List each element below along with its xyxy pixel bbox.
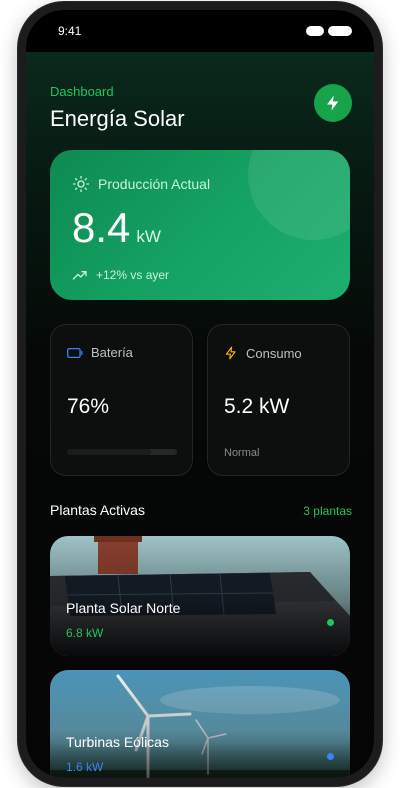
battery-card[interactable]: Batería 76% — [50, 324, 193, 476]
plants-section-title: Plantas Activas — [50, 502, 145, 518]
battery-status-icon — [328, 26, 352, 36]
production-label: Producción Actual — [98, 176, 211, 192]
consumption-card[interactable]: Consumo 5.2 kW Normal — [207, 324, 350, 476]
plant-status-dot — [327, 619, 334, 626]
status-time: 9:41 — [58, 24, 82, 38]
production-card[interactable]: Producción Actual 8.4 kW +12% vs ayer — [50, 150, 350, 300]
plant-status-dot — [327, 753, 334, 760]
signal-icon — [306, 26, 324, 36]
battery-icon — [67, 347, 83, 358]
app-screen: 9:41 Dashboard Energía Solar Producción … — [26, 10, 374, 778]
production-trend: +12% vs ayer — [96, 268, 170, 282]
production-unit: kW — [136, 227, 161, 246]
plant-name: Turbinas Eólicas — [66, 734, 169, 750]
status-icons — [306, 26, 352, 36]
plant-card-turbinas[interactable]: Turbinas Eólicas 1.6 kW — [50, 670, 350, 778]
battery-value: 76% — [67, 395, 110, 418]
bolt-icon — [225, 346, 236, 360]
battery-label: Batería — [91, 345, 133, 360]
battery-progress-fill — [67, 449, 151, 455]
status-bar: 9:41 — [26, 10, 374, 52]
consumption-label: Consumo — [246, 345, 302, 361]
plant-card-solar-norte[interactable]: Planta Solar Norte 6.8 kW — [50, 536, 350, 656]
sun-icon — [72, 175, 90, 193]
production-value: 8.4 — [72, 204, 131, 251]
consumption-value: 5.2 kW — [224, 395, 290, 418]
page-title: Energía Solar — [50, 106, 185, 131]
plants-count-link[interactable]: 3 plantas — [303, 504, 352, 518]
card-decoration — [248, 150, 350, 240]
header-subtitle: Dashboard — [50, 84, 114, 99]
consumption-status: Normal — [224, 447, 260, 459]
plant-name: Planta Solar Norte — [66, 600, 181, 616]
lightning-icon — [327, 95, 339, 111]
battery-progress — [67, 449, 177, 455]
plant-power: 6.8 kW — [66, 626, 104, 640]
plant-power: 1.6 kW — [66, 760, 104, 774]
energy-action-button[interactable] — [314, 84, 352, 122]
trending-up-icon — [72, 270, 87, 280]
phone-frame: 9:41 Dashboard Energía Solar Producción … — [18, 2, 382, 786]
